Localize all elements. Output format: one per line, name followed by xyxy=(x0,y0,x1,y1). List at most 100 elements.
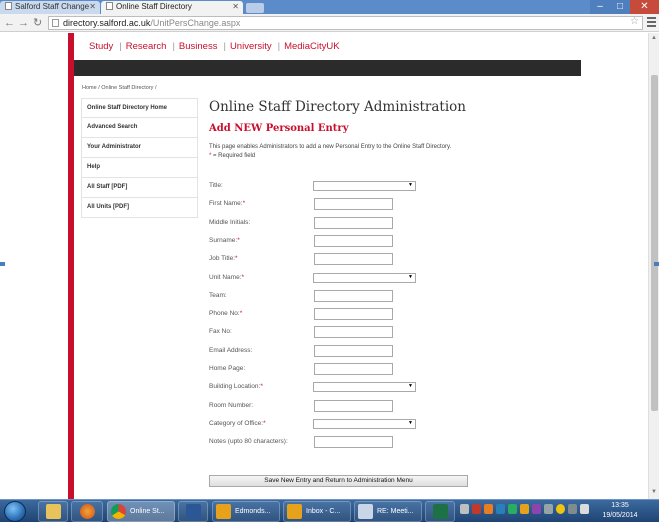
brand-red-bar xyxy=(68,33,74,499)
taskbar-email-meeting[interactable]: RE: Meeti... xyxy=(354,501,422,522)
reload-icon[interactable]: ↻ xyxy=(33,16,42,30)
windows-taskbar: Online St... Edmonds... Inbox - C... RE:… xyxy=(0,499,659,522)
breadcrumb[interactable]: Home / Online Staff Directory / xyxy=(82,85,156,91)
form-row: Unit Name:* ▼ xyxy=(209,272,469,286)
nav-mediacityuk[interactable]: MediaCityUK xyxy=(284,41,339,52)
room-number-input[interactable] xyxy=(314,399,393,412)
nav-study[interactable]: Study xyxy=(89,41,113,52)
notes-input[interactable] xyxy=(314,436,393,449)
new-tab-button[interactable] xyxy=(246,3,264,13)
nav-business[interactable]: Business xyxy=(179,41,218,52)
required-star: * xyxy=(239,310,243,318)
tray-expand-icon[interactable] xyxy=(460,504,469,514)
vertical-scrollbar[interactable]: ▲ ▼ xyxy=(648,33,659,499)
close-window-button[interactable]: ✕ xyxy=(630,0,659,14)
category-of-office-select[interactable]: ▼ xyxy=(313,418,416,429)
menu-icon[interactable] xyxy=(647,17,656,27)
email-icon xyxy=(358,504,373,519)
field-label: Building Location:* xyxy=(209,383,263,390)
taskbar-outlook-inbox[interactable]: Inbox - C... xyxy=(283,501,351,522)
tab-label: Salford Staff Change xyxy=(15,2,90,11)
excel-icon xyxy=(433,504,448,519)
field-label: Team: xyxy=(209,292,227,299)
taskbar-clock[interactable]: 13:35 19/05/2014 xyxy=(590,501,650,521)
nav-research[interactable]: Research xyxy=(126,41,167,52)
field-label-text: Surname: xyxy=(209,236,238,244)
team-input[interactable] xyxy=(314,289,393,302)
taskbar-firefox[interactable] xyxy=(71,501,103,522)
middle-initials-input[interactable] xyxy=(314,216,393,229)
field-label-text: Fax No: xyxy=(209,328,232,336)
form-row: Home Page: xyxy=(209,363,469,377)
required-star: * xyxy=(242,200,246,208)
email-address-input[interactable] xyxy=(314,344,393,357)
sidebar-item-help[interactable]: Help xyxy=(81,158,198,178)
start-button[interactable] xyxy=(4,501,26,522)
unit-name-select[interactable]: ▼ xyxy=(313,272,416,283)
address-bar[interactable]: directory.salford.ac.uk/UnitPersChange.a… xyxy=(48,16,643,30)
intro-text: This page enables Administrators to add … xyxy=(209,144,452,150)
volume-icon[interactable] xyxy=(580,504,589,514)
forward-arrow-icon[interactable]: → xyxy=(18,16,29,30)
field-label: First Name:* xyxy=(209,200,245,207)
minimize-button[interactable]: – xyxy=(590,0,610,14)
field-label-text: First Name: xyxy=(209,200,243,208)
scroll-down-arrow-icon[interactable]: ▼ xyxy=(651,489,657,495)
surname-input[interactable] xyxy=(314,234,393,247)
back-arrow-icon[interactable]: ← xyxy=(4,16,15,30)
app-tray-icon[interactable] xyxy=(532,504,541,514)
tab-salford-staff-change[interactable]: Salford Staff Change ✕ xyxy=(0,1,100,14)
home-page-input[interactable] xyxy=(314,363,393,375)
scroll-up-arrow-icon[interactable]: ▲ xyxy=(651,35,657,41)
outlook-tray-icon[interactable] xyxy=(520,504,529,514)
page-icon xyxy=(5,2,12,10)
chevron-down-icon: ▼ xyxy=(408,182,413,188)
java-icon[interactable] xyxy=(484,504,493,514)
taskbar-outlook-edmonds[interactable]: Edmonds... xyxy=(212,501,280,522)
nav-university[interactable]: University xyxy=(230,41,272,52)
page-info-icon[interactable] xyxy=(52,19,59,27)
required-star: * xyxy=(241,273,245,281)
field-label: Surname:* xyxy=(209,237,240,244)
sidebar-item-home[interactable]: Online Staff Directory Home xyxy=(81,98,198,118)
close-tab-icon[interactable]: ✕ xyxy=(232,1,239,13)
window-edge-marker xyxy=(654,262,659,266)
tab-online-staff-directory[interactable]: Online Staff Directory ✕ xyxy=(101,1,243,14)
tab-label: Online Staff Directory xyxy=(116,2,192,11)
maximize-button[interactable]: □ xyxy=(610,0,630,14)
fax-no-input[interactable] xyxy=(314,326,393,339)
bookmark-star-icon[interactable]: ☆ xyxy=(630,16,639,28)
network-icon[interactable] xyxy=(496,504,505,514)
field-label-text: Category of Office: xyxy=(209,419,264,427)
taskbar-chrome-online-staff[interactable]: Online St... xyxy=(107,501,175,522)
first-name-input[interactable] xyxy=(314,198,393,211)
building-location-select[interactable]: ▼ xyxy=(313,382,416,393)
close-tab-icon[interactable]: ✕ xyxy=(89,1,96,13)
save-entry-button[interactable]: Save New Entry and Return to Administrat… xyxy=(209,475,468,487)
scroll-thumb[interactable] xyxy=(651,75,658,411)
sidebar-item-all-units-pdf[interactable]: All Units [PDF] xyxy=(81,198,198,218)
sidebar-item-your-administrator[interactable]: Your Administrator xyxy=(81,138,198,158)
field-label: Category of Office:* xyxy=(209,420,266,427)
taskbar-excel[interactable] xyxy=(425,501,455,522)
taskbar-explorer[interactable] xyxy=(38,501,68,522)
monitor-icon[interactable] xyxy=(568,504,577,514)
title-select[interactable]: ▼ xyxy=(313,181,416,191)
taskbar-label: RE: Meeti... xyxy=(377,508,414,515)
pdf-icon[interactable] xyxy=(472,504,481,514)
update-icon[interactable] xyxy=(556,504,565,514)
taskbar-label: Edmonds... xyxy=(235,508,271,515)
taskbar-word[interactable] xyxy=(178,501,208,522)
job-title-input[interactable] xyxy=(314,253,393,266)
sidebar-item-all-staff-pdf[interactable]: All Staff [PDF] xyxy=(81,178,198,198)
phone-no-input[interactable] xyxy=(314,308,393,321)
nav-separator: | xyxy=(172,41,175,52)
form-row: Title: ▼ xyxy=(209,180,469,194)
field-label-text: Building Location: xyxy=(209,383,261,391)
signal-icon[interactable] xyxy=(544,504,553,514)
required-star: * xyxy=(235,255,238,263)
sidebar-item-advanced-search[interactable]: Advanced Search xyxy=(81,118,198,138)
browser-window: Salford Staff Change ✕ Online Staff Dire… xyxy=(0,0,659,522)
security-icon[interactable] xyxy=(508,504,517,514)
field-label: Fax No: xyxy=(209,328,232,335)
